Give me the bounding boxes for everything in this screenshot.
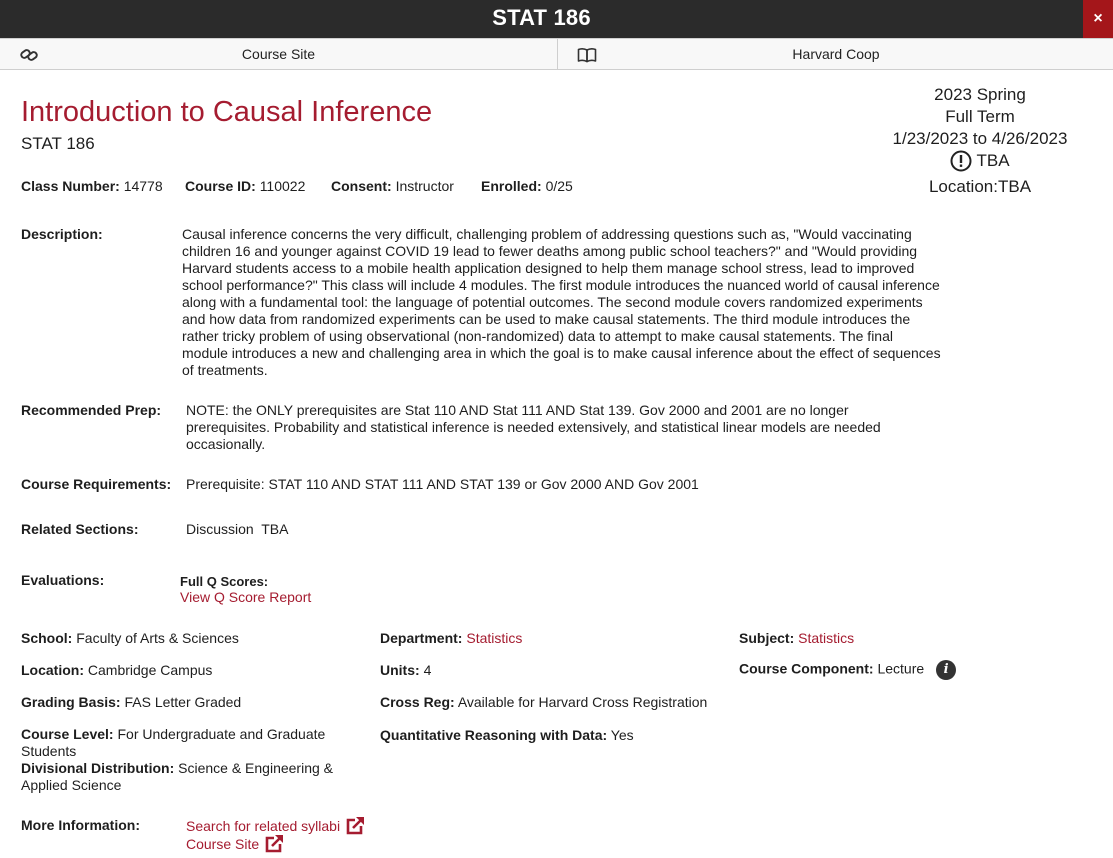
evaluations-label: Evaluations: <box>21 572 105 588</box>
info-icon[interactable]: i <box>936 660 957 680</box>
syllabi-link[interactable]: Search for related syllabi <box>186 818 340 835</box>
modal-title: STAT 186 <box>492 5 591 30</box>
component-label: Course Component: <box>739 660 874 677</box>
alert-icon <box>950 150 972 172</box>
prep-label: Recommended Prep: <box>21 402 162 418</box>
course-code: STAT 186 <box>21 134 95 153</box>
sections-text: Discussion TBA <box>186 521 289 537</box>
course-site-link[interactable]: Course Site <box>186 836 259 853</box>
enrolled: Enrolled: 0/25 <box>481 178 573 194</box>
qrd-label: Quantitative Reasoning with Data: <box>380 727 608 743</box>
qrd-field: Quantitative Reasoning with Data: Yes <box>380 727 634 744</box>
grading-label: Grading Basis: <box>21 694 121 710</box>
term-session: Full Term <box>945 107 1015 126</box>
crossreg-value: Available for Harvard Cross Registration <box>457 694 708 710</box>
term-location: Location:TBA <box>928 177 1032 196</box>
level-label: Course Level: <box>21 726 114 742</box>
divisional-label: Divisional Distribution: <box>21 760 175 776</box>
school-label: School: <box>21 630 73 646</box>
course-id-value: 110022 <box>259 178 306 194</box>
term-semester: 2023 Spring <box>934 85 1026 104</box>
external-link-icon[interactable] <box>263 833 285 855</box>
component-value: Lecture <box>877 660 925 677</box>
school-value: Faculty of Arts & Sciences <box>76 630 239 646</box>
enrolled-value: 0/25 <box>545 178 573 194</box>
course-id: Course ID: 110022 <box>185 178 305 194</box>
course-site-tab[interactable]: Course Site <box>0 39 558 70</box>
q-scores-heading: Full Q Scores: <box>180 574 269 589</box>
course-title: Introduction to Causal Inference <box>21 96 433 128</box>
grading-value: FAS Letter Graded <box>124 694 242 710</box>
subject-field: Subject: Statistics <box>739 630 854 647</box>
term-dates: 1/23/2023 to 4/26/2023 <box>892 129 1068 148</box>
course-id-label: Course ID: <box>185 178 256 194</box>
class-number-label: Class Number: <box>21 178 120 194</box>
units-label: Units: <box>380 662 420 678</box>
link-bar: Course Site Harvard Coop <box>0 38 1113 70</box>
units-field: Units: 4 <box>380 662 431 679</box>
close-button[interactable]: × <box>1083 0 1113 38</box>
school-field: School: Faculty of Arts & Sciences <box>21 630 239 647</box>
class-number: Class Number: 14778 <box>21 178 163 194</box>
more-info-label: More Information: <box>21 817 140 833</box>
course-site-label: Course Site <box>241 46 316 62</box>
sections-label: Related Sections: <box>21 521 139 537</box>
external-link-icon[interactable] <box>344 815 366 837</box>
department-link[interactable]: Statistics <box>466 630 522 646</box>
description-label: Description: <box>21 226 103 242</box>
term-info: 2023 Spring Full Term 1/23/2023 to 4/26/… <box>850 84 1110 198</box>
component-field: Course Component: Lecture i <box>739 660 957 680</box>
department-label: Department: <box>380 630 463 646</box>
level-field: Course Level: For Undergraduate and Grad… <box>21 726 351 760</box>
q-score-report-link[interactable]: View Q Score Report <box>180 589 311 606</box>
meeting-time: TBA <box>850 150 1110 172</box>
course-site-row: Course Site <box>186 833 285 855</box>
divisional-field: Divisional Distribution: Science & Engin… <box>21 760 351 794</box>
harvard-coop-tab[interactable]: Harvard Coop <box>559 39 1113 70</box>
consent-label: Consent: <box>331 178 392 194</box>
meeting-tba: TBA <box>976 151 1010 170</box>
description-text: Causal inference concerns the very diffi… <box>182 226 941 378</box>
department-field: Department: Statistics <box>380 630 522 647</box>
consent-value: Instructor <box>395 178 454 194</box>
harvard-coop-label: Harvard Coop <box>792 46 880 62</box>
crossreg-label: Cross Reg: <box>380 694 455 710</box>
units-value: 4 <box>423 662 432 678</box>
crossreg-field: Cross Reg: Available for Harvard Cross R… <box>380 694 707 711</box>
location-label: Location: <box>21 662 84 678</box>
class-number-value: 14778 <box>123 178 163 194</box>
enrolled-label: Enrolled: <box>481 178 542 194</box>
subject-link[interactable]: Statistics <box>798 630 854 646</box>
subject-label: Subject: <box>739 630 795 646</box>
location-field: Location: Cambridge Campus <box>21 662 212 679</box>
consent: Consent: Instructor <box>331 178 454 194</box>
qrd-value: Yes <box>610 727 634 743</box>
requirements-text: Prerequisite: STAT 110 AND STAT 111 AND … <box>186 476 699 492</box>
location-value: Cambridge Campus <box>87 662 213 678</box>
modal-header: STAT 186 × <box>0 0 1113 38</box>
grading-field: Grading Basis: FAS Letter Graded <box>21 694 241 711</box>
prep-text: NOTE: the ONLY prerequisites are Stat 11… <box>186 402 881 452</box>
requirements-label: Course Requirements: <box>21 476 172 492</box>
